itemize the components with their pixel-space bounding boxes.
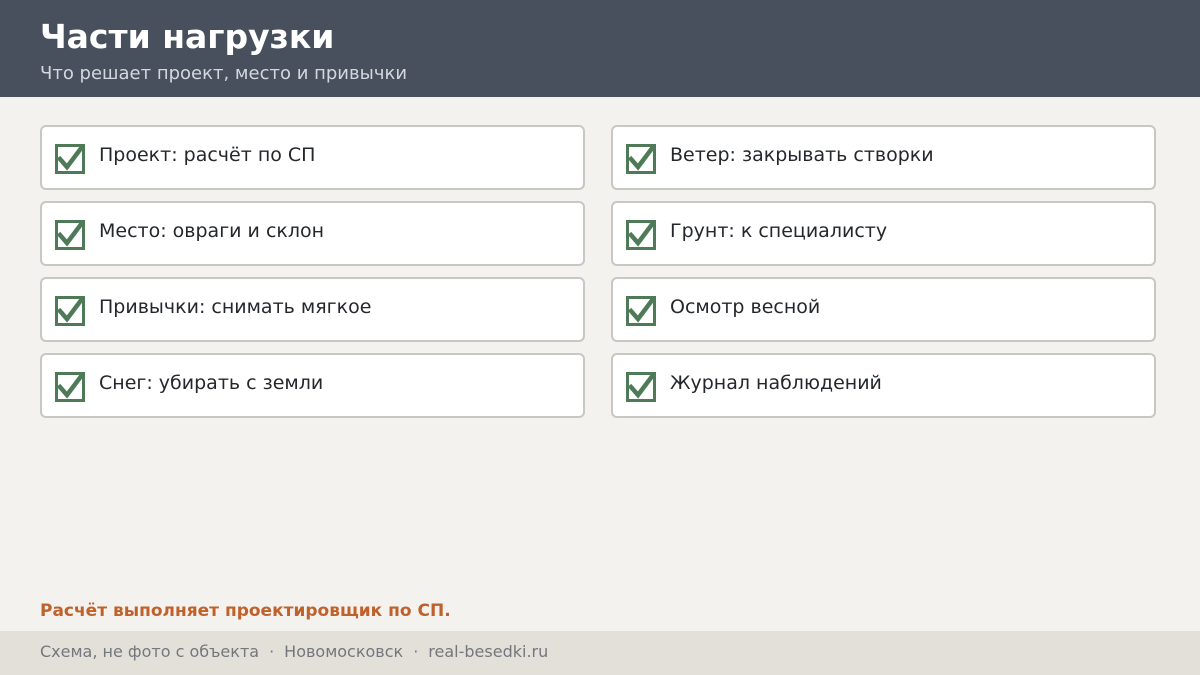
- footer-text: Схема, не фото с объекта · Новомосковск · re…: [40, 641, 548, 663]
- page-subtitle: Что решает проект, место и привычки: [40, 63, 408, 84]
- footer-caption: Схема, не фото с объекта: [40, 642, 260, 661]
- footer-separator: ·: [413, 642, 419, 661]
- checkbox-checked-icon: [626, 144, 656, 174]
- checklist: Проект: расчёт по СП Ветер: закрывать ст…: [40, 125, 1156, 418]
- checklist-item-snow: Снег: убирать с земли: [40, 353, 585, 418]
- checklist-item-wind: Ветер: закрывать створки: [611, 125, 1156, 190]
- checklist-item-label: Снег: убирать с земли: [99, 372, 324, 394]
- header: Части нагрузки Что решает проект, место …: [0, 0, 1200, 97]
- footer-site-link: real-besedki.ru: [428, 642, 549, 661]
- checklist-item-project: Проект: расчёт по СП: [40, 125, 585, 190]
- footer-city: Новомосковск: [284, 642, 404, 661]
- checklist-item-journal: Журнал наблюдений: [611, 353, 1156, 418]
- checkbox-checked-icon: [626, 220, 656, 250]
- page-title: Части нагрузки: [40, 17, 335, 56]
- checklist-item-site: Место: овраги и склон: [40, 201, 585, 266]
- checkbox-checked-icon: [55, 296, 85, 326]
- slide: Части нагрузки Что решает проект, место …: [0, 0, 1200, 675]
- checklist-item-label: Ветер: закрывать створки: [670, 144, 934, 166]
- checkbox-checked-icon: [626, 296, 656, 326]
- checklist-item-label: Грунт: к специалисту: [670, 220, 888, 242]
- checklist-item-habits: Привычки: снимать мягкое: [40, 277, 585, 342]
- checklist-item-inspection: Осмотр весной: [611, 277, 1156, 342]
- checklist-item-label: Место: овраги и склон: [99, 220, 325, 242]
- checklist-item-label: Осмотр весной: [670, 296, 821, 318]
- footer-separator: ·: [269, 642, 275, 661]
- checkbox-checked-icon: [55, 372, 85, 402]
- footnote-warning: Расчёт выполняет проектировщик по СП.: [40, 601, 451, 621]
- checkbox-checked-icon: [55, 144, 85, 174]
- checklist-item-soil: Грунт: к специалисту: [611, 201, 1156, 266]
- checklist-item-label: Привычки: снимать мягкое: [99, 296, 372, 318]
- checkbox-checked-icon: [55, 220, 85, 250]
- checklist-item-label: Проект: расчёт по СП: [99, 144, 316, 166]
- footer: Схема, не фото с объекта · Новомосковск · re…: [0, 631, 1200, 675]
- checkbox-checked-icon: [626, 372, 656, 402]
- checklist-item-label: Журнал наблюдений: [670, 372, 882, 394]
